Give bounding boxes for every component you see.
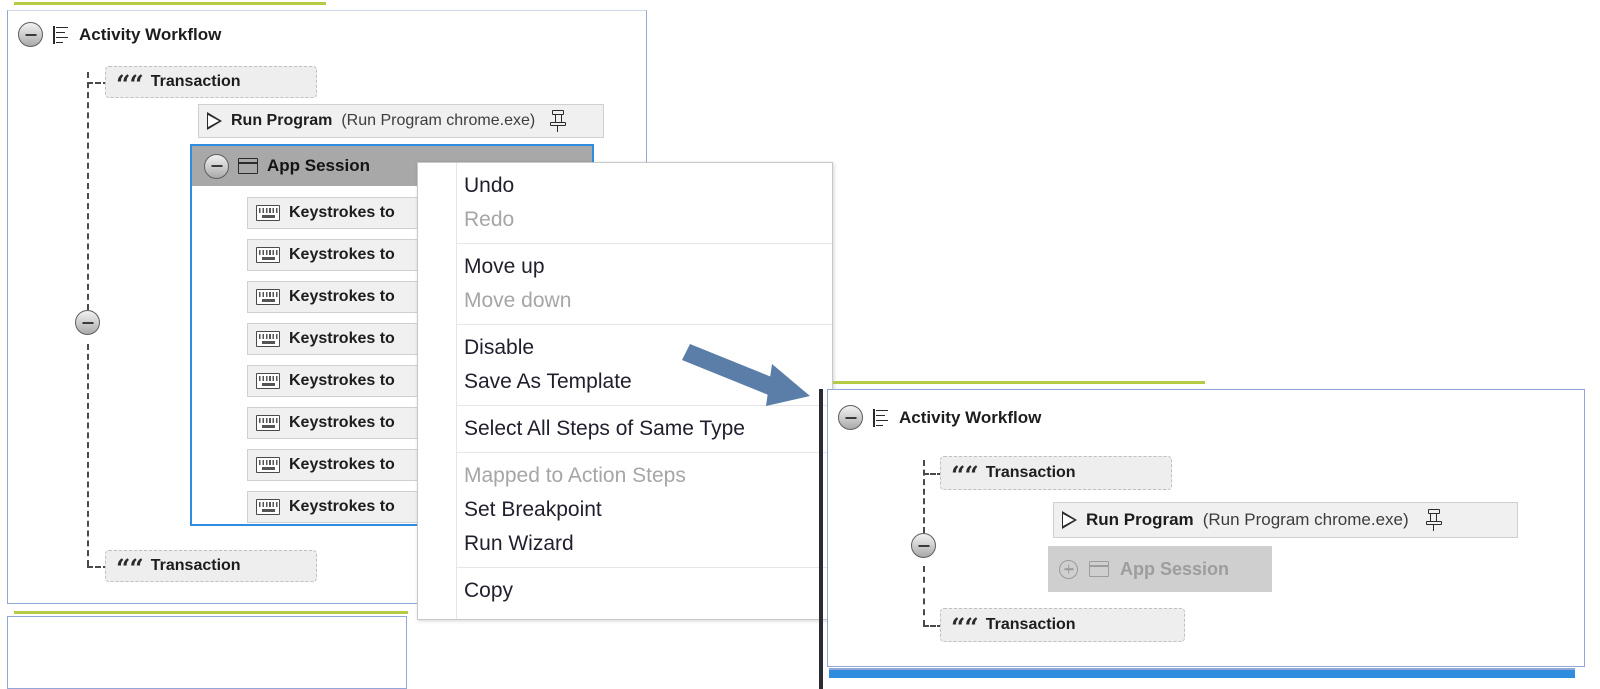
- right-transaction-bottom[interactable]: ““ Transaction: [940, 608, 1185, 642]
- context-menu-item[interactable]: Move up: [418, 250, 832, 284]
- collapse-circle-icon[interactable]: [204, 153, 229, 179]
- play-icon: [1062, 511, 1077, 529]
- keyboard-icon: [256, 373, 280, 389]
- right-run-program-detail: (Run Program chrome.exe): [1202, 510, 1409, 529]
- pin-icon[interactable]: [1424, 509, 1444, 531]
- context-menu-item: Mapped to Action Steps: [464, 464, 686, 487]
- left-keystroke-step-label: Keystrokes to: [289, 246, 395, 263]
- right-run-program-step[interactable]: Run Program (Run Program chrome.exe): [1053, 502, 1518, 538]
- left-tree-collapse-circle[interactable]: [75, 310, 100, 335]
- context-menu-separator: [456, 567, 832, 568]
- window-icon: [238, 158, 258, 174]
- left-transaction-bottom[interactable]: ““ Transaction: [105, 550, 317, 582]
- right-tree-trunk: [923, 460, 925, 533]
- left-keystroke-step-label: Keystrokes to: [289, 456, 395, 473]
- keyboard-icon: [256, 289, 280, 305]
- left-run-program-step[interactable]: Run Program (Run Program chrome.exe): [198, 104, 604, 138]
- quote-icon: ““: [951, 613, 979, 642]
- left-transaction-top-label: Transaction: [150, 73, 241, 90]
- left-keystroke-step-label: Keystrokes to: [289, 372, 395, 389]
- left-keystroke-step-label: Keystrokes to: [289, 498, 395, 515]
- keyboard-icon: [256, 499, 280, 515]
- right-transaction-top[interactable]: ““ Transaction: [940, 456, 1172, 490]
- left-panel-accent-line: [14, 2, 326, 5]
- window-icon: [1089, 561, 1109, 577]
- context-menu-item: Redo: [464, 208, 515, 231]
- keyboard-icon: [256, 205, 280, 221]
- left-lower-panel: [7, 616, 407, 689]
- list-icon: [872, 408, 890, 428]
- left-app-session-label: App Session: [267, 156, 370, 175]
- right-transaction-bottom-label: Transaction: [985, 616, 1076, 633]
- expand-circle-icon[interactable]: [1059, 559, 1078, 579]
- left-transaction-top[interactable]: ““ Transaction: [105, 66, 317, 98]
- quote-icon: ““: [116, 70, 144, 99]
- right-app-session-step[interactable]: App Session: [1048, 546, 1272, 592]
- keyboard-icon: [256, 331, 280, 347]
- list-icon: [52, 25, 70, 45]
- context-menu-item: Move down: [464, 289, 572, 312]
- right-panel-selection-bar: [829, 668, 1575, 678]
- left-run-program-detail: (Run Program chrome.exe): [341, 112, 536, 129]
- right-tree-collapse-circle[interactable]: [911, 533, 936, 558]
- right-run-program-name: Run Program: [1086, 510, 1194, 529]
- left-keystroke-step-label: Keystrokes to: [289, 414, 395, 431]
- right-tree-trunk-lower: [923, 566, 925, 626]
- collapse-circle-icon[interactable]: [838, 405, 863, 430]
- left-keystroke-step-label: Keystrokes to: [289, 204, 395, 221]
- left-keystroke-step-label: Keystrokes to: [289, 330, 395, 347]
- quote-icon: ““: [116, 554, 144, 583]
- right-root-label: Activity Workflow: [899, 407, 1042, 427]
- pin-icon[interactable]: [548, 110, 568, 132]
- right-transaction-top-label: Transaction: [985, 464, 1076, 481]
- left-root-label: Activity Workflow: [79, 24, 222, 44]
- left-tree-trunk-lower: [87, 344, 89, 566]
- context-menu-item[interactable]: Run Wizard: [418, 527, 832, 561]
- left-transaction-bottom-label: Transaction: [150, 557, 241, 574]
- context-menu-separator: [456, 243, 832, 244]
- left-run-program-name: Run Program: [231, 112, 333, 129]
- collapse-circle-icon[interactable]: [18, 22, 43, 47]
- left-lower-panel-accent-line: [14, 611, 408, 614]
- left-root-node[interactable]: Activity Workflow: [18, 22, 221, 47]
- keyboard-icon: [256, 415, 280, 431]
- right-app-session-label: App Session: [1120, 558, 1230, 579]
- context-menu-item[interactable]: Select All Steps of Same Type: [418, 412, 832, 446]
- context-menu-item[interactable]: Set Breakpoint: [418, 493, 832, 527]
- right-root-node[interactable]: Activity Workflow: [838, 405, 1041, 430]
- play-icon: [207, 112, 222, 130]
- keyboard-icon: [256, 247, 280, 263]
- keyboard-icon: [256, 457, 280, 473]
- context-menu-item[interactable]: Undo: [418, 169, 832, 203]
- left-keystroke-step-label: Keystrokes to: [289, 288, 395, 305]
- context-menu-separator: [456, 452, 832, 453]
- context-menu-item[interactable]: Copy: [418, 574, 832, 608]
- left-tree-trunk: [87, 72, 89, 310]
- flow-arrow: [682, 344, 810, 406]
- right-panel-accent-line: [833, 381, 1205, 384]
- right-panel-left-edge: [819, 389, 823, 689]
- context-menu-separator: [456, 324, 832, 325]
- quote-icon: ““: [951, 461, 979, 490]
